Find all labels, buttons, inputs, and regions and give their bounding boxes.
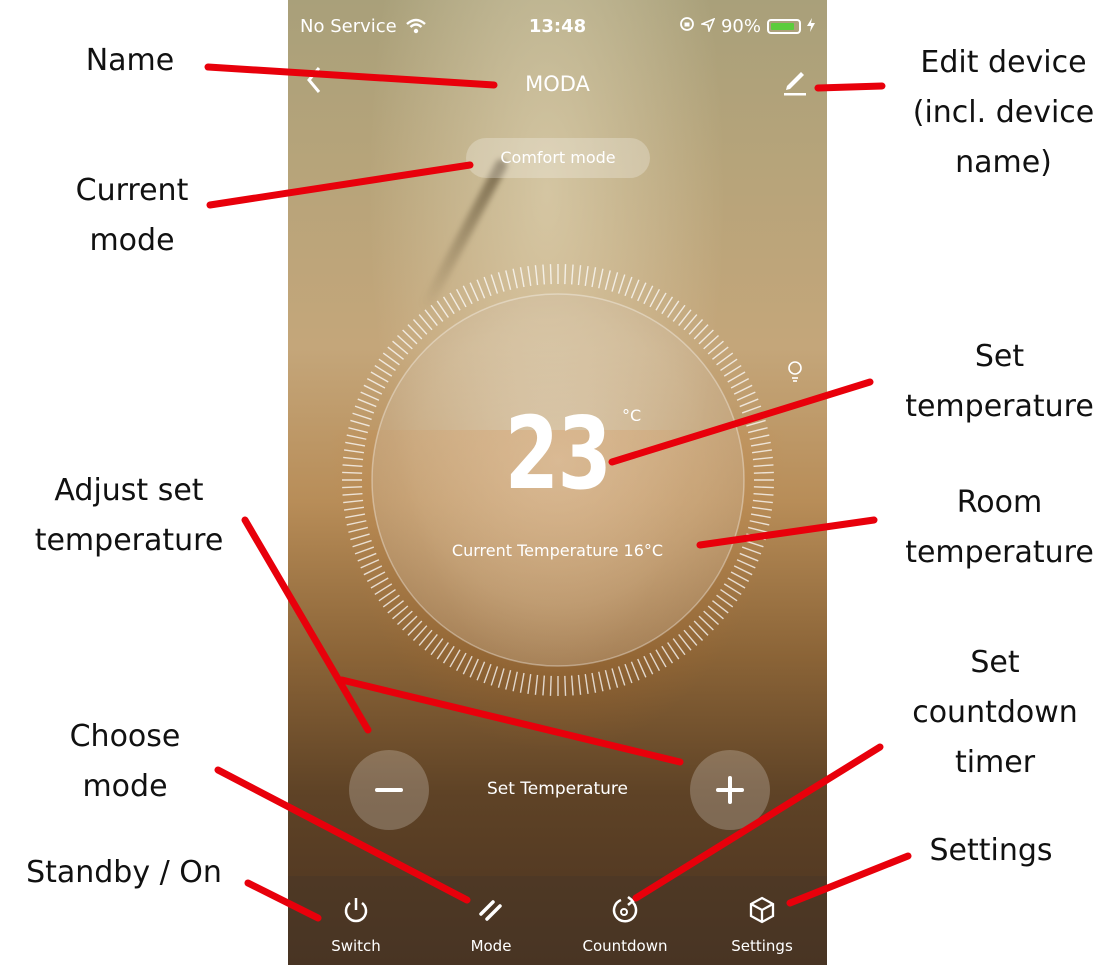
line-name [204, 63, 498, 89]
annotation-countdown: Set countdown timer [912, 645, 1078, 780]
annotation-adjust-temperature: Adjust set temperature [34, 473, 224, 558]
annotation-room-temperature: Room temperature [905, 485, 1094, 570]
line-adjust-minus [241, 516, 372, 734]
line-edit-device [814, 82, 886, 92]
annotation-edit-device: Edit device (incl. device name) [912, 45, 1095, 180]
line-room-temperature [696, 516, 878, 549]
line-countdown [632, 743, 884, 902]
line-choose-mode [214, 766, 471, 904]
annotation-name: Name [85, 43, 175, 78]
annotation-standby: Standby / On [26, 855, 222, 890]
line-current-mode [206, 161, 474, 209]
annotation-set-temperature: Set temperature [905, 339, 1094, 424]
line-settings [786, 852, 912, 907]
line-set-temperature [608, 378, 874, 466]
annotation-current-mode: Current mode [75, 173, 189, 258]
annotation-choose-mode: Choose mode [69, 719, 181, 804]
annotation-settings: Settings [929, 833, 1053, 868]
line-adjust-plus [338, 676, 684, 766]
line-standby [244, 879, 322, 922]
